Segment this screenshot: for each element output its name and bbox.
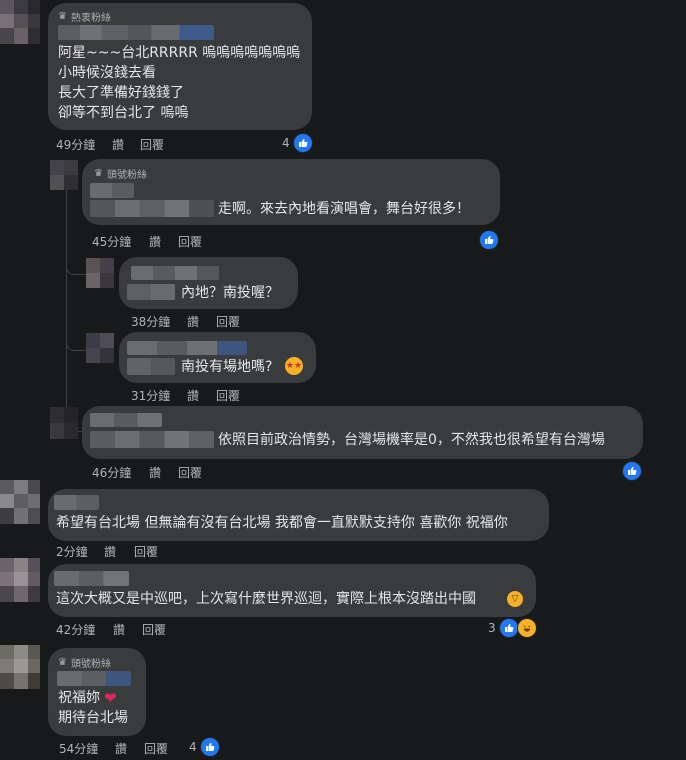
- like-icon: [199, 737, 220, 757]
- reply-button[interactable]: 回覆: [134, 543, 158, 560]
- reaction-count[interactable]: [479, 230, 499, 250]
- fan-badge: ♛ 熱衷粉絲: [58, 11, 111, 24]
- comment-text: 走啊。來去內地看演唱會，舞台好很多！: [218, 201, 470, 217]
- blurred-username: [90, 183, 134, 198]
- comment-text: 卻等不到台北了 嗚嗚: [58, 105, 189, 121]
- reaction-count[interactable]: 4: [282, 133, 313, 153]
- blurred-username: [127, 284, 175, 300]
- like-button[interactable]: 讚: [112, 136, 140, 153]
- reply-button[interactable]: 回覆: [216, 313, 240, 330]
- avatar[interactable]: [0, 558, 40, 602]
- blurred-username: [90, 200, 214, 217]
- thread-connector: [66, 322, 87, 351]
- comment-text: 南投有場地嗎?: [181, 359, 273, 375]
- blurred-username: [54, 495, 99, 510]
- like-icon: [479, 230, 499, 250]
- red-heart-emoji: ❤: [104, 689, 117, 707]
- timestamp[interactable]: 31分鐘: [131, 387, 187, 404]
- thread-line: [66, 190, 67, 430]
- avatar[interactable]: [86, 258, 114, 288]
- avatar[interactable]: [86, 333, 114, 363]
- star-struck-emoji: ★★: [285, 357, 303, 375]
- timestamp[interactable]: 49分鐘: [56, 136, 112, 153]
- comment-meta: 2分鐘 讚 回覆: [56, 543, 158, 560]
- comment-meta: 46分鐘 讚 回覆: [92, 464, 202, 481]
- comment-text: 依照目前政治情勢，台灣場機率是0，不然我也很希望有台灣場: [218, 432, 605, 448]
- like-button[interactable]: 讚: [113, 621, 142, 638]
- comment-meta: 49分鐘 讚 回覆: [56, 136, 164, 153]
- avatar[interactable]: [0, 480, 40, 524]
- timestamp[interactable]: 46分鐘: [92, 464, 149, 481]
- reaction-count[interactable]: 4: [189, 737, 220, 757]
- comment-meta: 38分鐘 讚 回覆: [131, 313, 240, 330]
- badge-icon: ♛: [58, 11, 67, 22]
- comment-meta: 54分鐘 讚 回覆: [59, 740, 168, 757]
- thread-connector: [66, 244, 87, 275]
- timestamp[interactable]: 54分鐘: [59, 740, 115, 757]
- reply-button[interactable]: 回覆: [178, 464, 202, 481]
- avatar[interactable]: [50, 407, 78, 439]
- timestamp[interactable]: 45分鐘: [92, 233, 149, 250]
- blurred-username: [58, 25, 214, 40]
- comment-text: 這次大概又是中巡吧，上次寫什麼世界巡迴，實際上根本沒踏出中國: [56, 591, 476, 607]
- comment-text: 希望有台北場 但無論有沒有台北場 我都會一直默默支持你 喜歡你 祝福你: [56, 515, 508, 531]
- comment-text: 內地？南投喔？: [181, 285, 279, 301]
- avatar[interactable]: [0, 645, 40, 689]
- reply-button[interactable]: 回覆: [142, 621, 166, 638]
- like-button[interactable]: 讚: [149, 464, 178, 481]
- blurred-username: [127, 341, 247, 355]
- blurred-username: [90, 413, 162, 427]
- blurred-username: [127, 358, 175, 375]
- blurred-username: [131, 266, 219, 280]
- reaction-count[interactable]: [622, 461, 642, 481]
- fan-badge: ♛ 頭號粉絲: [58, 657, 111, 670]
- timestamp[interactable]: 38分鐘: [131, 313, 187, 330]
- haha-icon: [516, 618, 537, 638]
- like-button[interactable]: 讚: [149, 233, 178, 250]
- blurred-username: [90, 431, 214, 448]
- like-button[interactable]: 讚: [104, 543, 134, 560]
- reply-button[interactable]: 回覆: [144, 740, 168, 757]
- blurred-username: [57, 671, 131, 686]
- comment-text: 阿星~~~台北RRRRR 嗚嗚嗚嗚嗚嗚嗚: [58, 45, 301, 61]
- laughing-emoji: ▽: [507, 591, 523, 607]
- comment-meta: 45分鐘 讚 回覆: [92, 233, 202, 250]
- reply-button[interactable]: 回覆: [140, 136, 164, 153]
- blurred-username: [54, 571, 129, 586]
- reply-button[interactable]: 回覆: [178, 233, 202, 250]
- comment-text: 祝福妳: [58, 690, 100, 706]
- badge-icon: ♛: [94, 168, 103, 179]
- comment-meta: 42分鐘 讚 回覆: [56, 621, 166, 638]
- like-button[interactable]: 讚: [187, 313, 216, 330]
- like-button[interactable]: 讚: [115, 740, 144, 757]
- comment-meta: 31分鐘 讚 回覆: [131, 387, 240, 404]
- badge-icon: ♛: [58, 657, 67, 668]
- avatar[interactable]: [0, 0, 40, 44]
- timestamp[interactable]: 42分鐘: [56, 621, 113, 638]
- like-button[interactable]: 讚: [187, 387, 216, 404]
- fan-badge: ♛ 頭號粉絲: [94, 168, 147, 181]
- timestamp[interactable]: 2分鐘: [56, 543, 104, 560]
- reply-button[interactable]: 回覆: [216, 387, 240, 404]
- like-icon: [292, 133, 313, 153]
- comment-text: 長大了準備好錢錢了: [58, 85, 184, 101]
- like-icon: [622, 461, 642, 481]
- reaction-count[interactable]: 3: [488, 618, 537, 638]
- avatar[interactable]: [50, 160, 78, 190]
- like-icon: [498, 618, 519, 638]
- comment-text: 小時候沒錢去看: [58, 65, 156, 81]
- comment-text: 期待台北場: [58, 710, 128, 726]
